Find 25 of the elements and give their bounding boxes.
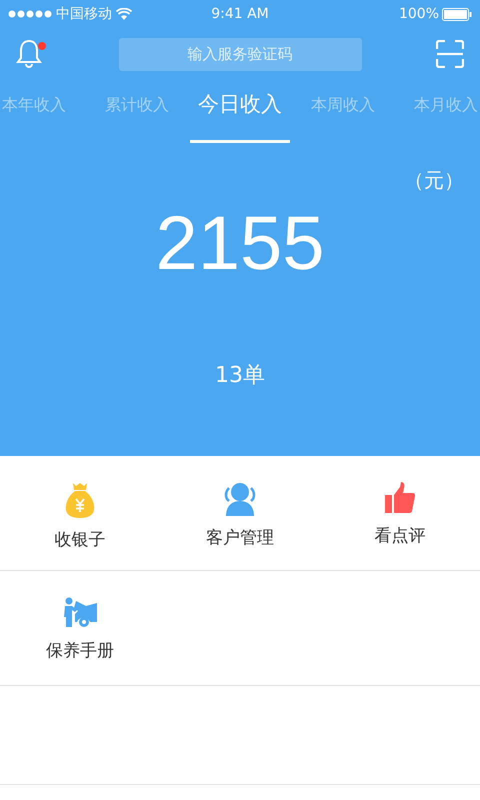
menu-item[interactable]: 客户管理 — [206, 526, 274, 552]
income-tab[interactable]: 本年收入 — [2, 80, 66, 130]
income-tab[interactable]: 今日收入 — [198, 80, 282, 130]
wifi-icon — [116, 8, 132, 20]
income-amount: 2155 — [155, 200, 325, 288]
battery-percent: 100% — [398, 4, 439, 24]
menu-item[interactable]: 保养手册 — [46, 639, 114, 664]
scan-icon[interactable] — [436, 40, 464, 68]
battery-icon — [442, 8, 472, 20]
income-tab[interactable]: 本月收入 — [414, 80, 478, 130]
notification-button[interactable] — [16, 38, 44, 70]
currency-unit: （元） — [404, 167, 464, 194]
menu-item[interactable]: 看点评 — [374, 524, 426, 550]
money-bag-icon — [65, 482, 95, 518]
people-icon — [223, 482, 257, 516]
income-tab[interactable]: 本周收入 — [311, 80, 375, 130]
signal-icon — [8, 10, 52, 18]
car-repair-icon — [63, 597, 97, 629]
carrier-name: 中国移动 — [56, 4, 112, 24]
order-count: 13单 — [215, 362, 265, 390]
bell-icon — [16, 38, 42, 70]
clock-time: 9:41 AM — [211, 4, 269, 24]
thumbs-up-icon — [385, 482, 415, 514]
menu-item[interactable]: 收银子 — [54, 528, 106, 554]
income-tab[interactable]: 累计收入 — [105, 80, 169, 130]
